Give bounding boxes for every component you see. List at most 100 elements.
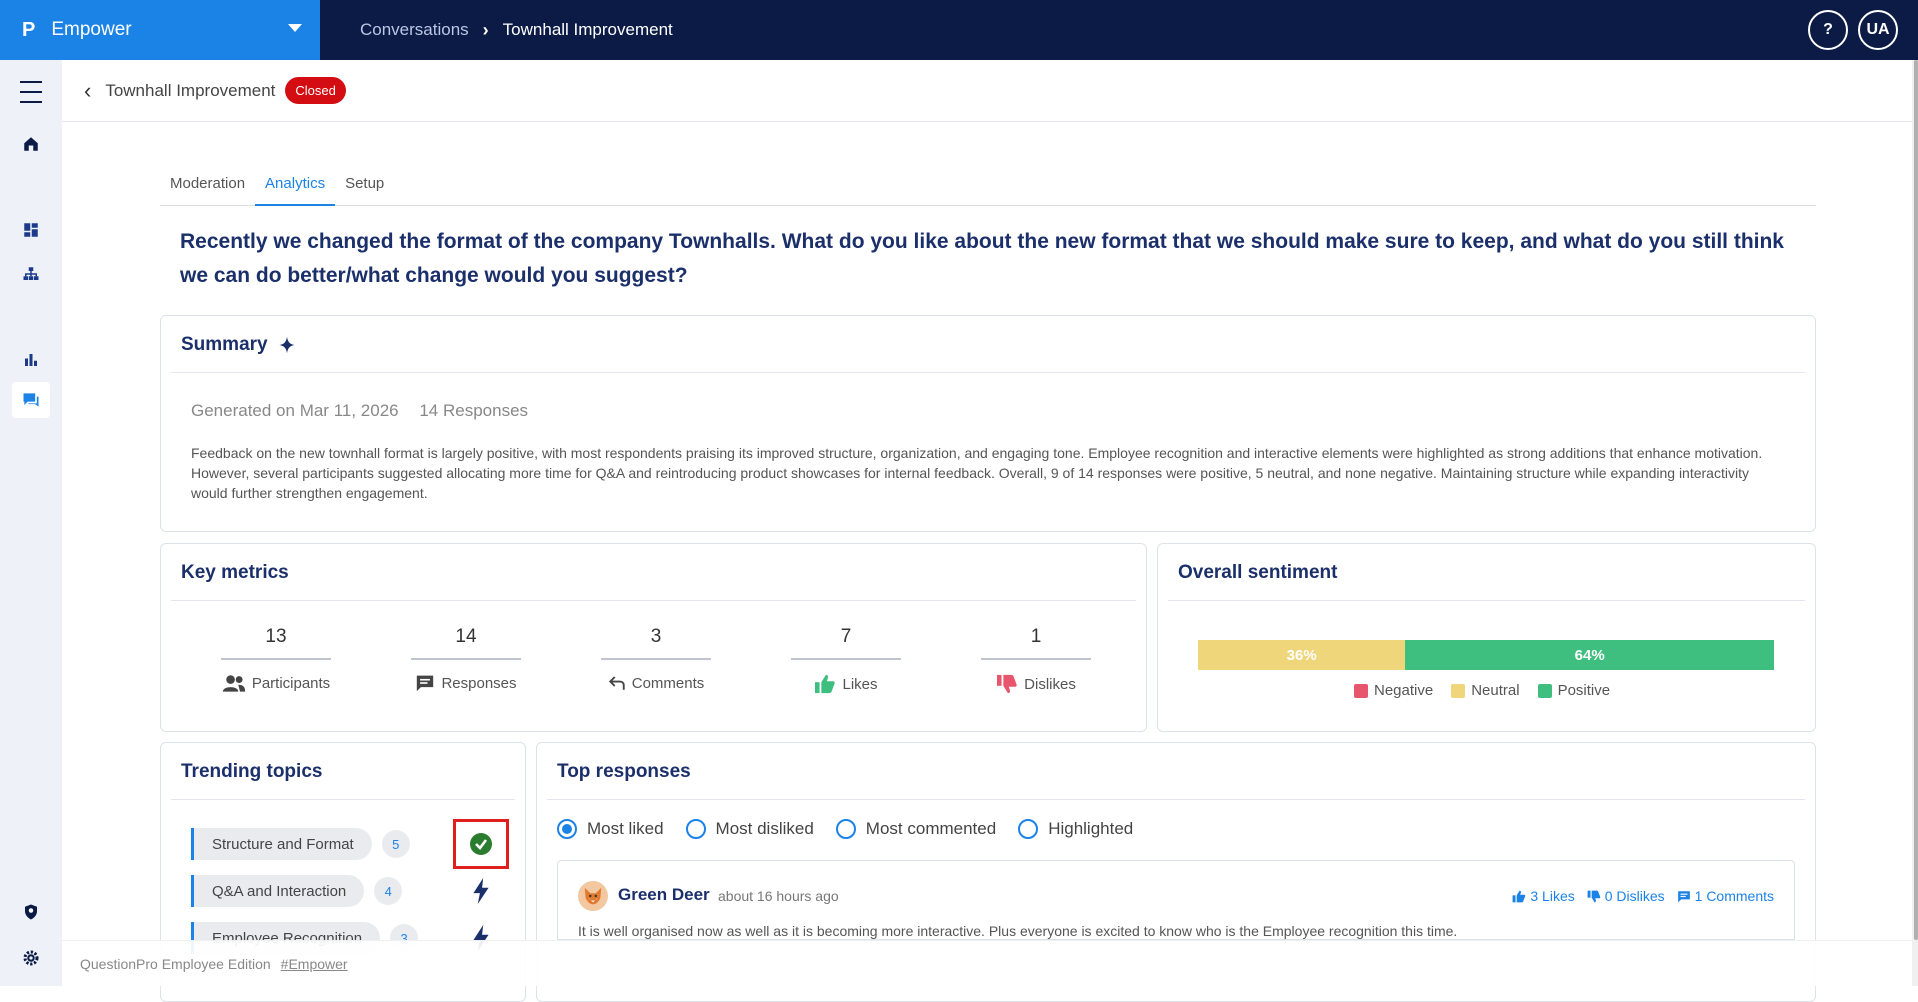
metric-value: 3 <box>601 626 711 660</box>
topic-item[interactable]: Structure and Format 5 <box>191 828 410 860</box>
top-responses-title: Top responses <box>557 761 691 782</box>
org-chart-icon[interactable] <box>12 256 50 292</box>
topic-count: 4 <box>374 877 403 905</box>
metric-label: Participants <box>251 674 331 692</box>
app-logo: P <box>22 18 36 41</box>
summary-meta: Generated on Mar 11, 2026 14 Responses <box>191 401 544 421</box>
response-dislikes[interactable]: 0 Dislikes <box>1587 888 1665 904</box>
reply-icon <box>608 676 625 690</box>
thumb-up-icon <box>1512 890 1526 902</box>
sentiment-positive-segment: 64% <box>1405 640 1774 670</box>
thumb-down-icon <box>1587 890 1600 902</box>
conversation-question: Recently we changed the format of the co… <box>180 230 1784 287</box>
metric-value: 1 <box>981 626 1091 660</box>
tab-moderation[interactable]: Moderation <box>160 168 255 206</box>
caret-down-icon <box>288 24 302 32</box>
summary-text: Feedback on the new townhall format is l… <box>191 445 1763 501</box>
legend-neutral: Neutral <box>1471 682 1520 699</box>
filter-most-disliked[interactable]: Most disliked <box>685 819 814 839</box>
key-metrics-card: Key metrics 13 Participants 14 Responses… <box>160 543 1147 732</box>
key-metrics-title: Key metrics <box>181 562 289 583</box>
topic-label: Structure and Format <box>191 828 372 860</box>
sentiment-bar: 36% 64% <box>1198 640 1774 670</box>
legend-swatch-negative <box>1354 683 1368 698</box>
summary-generated: Generated on Mar 11, 2026 <box>191 401 399 420</box>
sentiment-legend: Negative Neutral Positive <box>1354 682 1610 699</box>
fox-avatar-icon <box>578 881 608 911</box>
summary-responses: 14 Responses <box>419 401 529 420</box>
response-likes[interactable]: 3 Likes <box>1512 888 1575 904</box>
topic-label: Q&A and Interaction <box>191 875 365 907</box>
scrollbar-thumb[interactable] <box>1914 60 1918 940</box>
thumb-down-icon <box>997 674 1017 694</box>
summary-card: Summary Generated on Mar 11, 2026 14 Res… <box>160 315 1816 532</box>
metric-label: Responses <box>441 674 517 692</box>
metric-responses: 14 Responses <box>381 626 551 694</box>
chat-icon <box>417 675 434 692</box>
check-circle-icon[interactable] <box>453 819 509 869</box>
menu-icon[interactable] <box>12 74 50 110</box>
response-comments[interactable]: 1 Comments <box>1677 888 1774 904</box>
response-filter-group: Most liked Most disliked Most commented … <box>557 819 1133 839</box>
dashboard-icon[interactable] <box>12 212 50 248</box>
metric-value: 14 <box>411 626 521 660</box>
shield-icon[interactable] <box>12 894 50 930</box>
radio-icon <box>685 819 706 839</box>
thumb-up-icon <box>815 674 836 694</box>
sparkle-icon <box>279 336 295 354</box>
legend-positive: Positive <box>1557 682 1611 699</box>
radio-icon <box>1018 819 1039 839</box>
conversations-icon[interactable] <box>12 382 50 418</box>
analytics-icon[interactable] <box>12 342 50 378</box>
app-switcher[interactable]: P Empower <box>0 0 320 60</box>
app-name: Empower <box>51 19 132 40</box>
metric-value: 13 <box>221 626 331 660</box>
status-badge: Closed <box>285 77 346 104</box>
breadcrumb-current: Townhall Improvement <box>502 20 673 39</box>
tab-bar: Moderation Analytics Setup <box>160 168 1816 206</box>
metric-dislikes: 1 Dislikes <box>951 626 1121 694</box>
gear-icon[interactable] <box>12 940 50 976</box>
tab-setup[interactable]: Setup <box>335 168 394 206</box>
topic-count: 5 <box>381 830 410 858</box>
legend-swatch-positive <box>1537 683 1552 698</box>
metric-likes: 7 Likes <box>761 626 931 694</box>
sentiment-title: Overall sentiment <box>1178 562 1338 583</box>
trending-title: Trending topics <box>181 761 323 782</box>
people-icon <box>222 675 245 692</box>
response-text: It is well organised now as well as it i… <box>578 923 1458 939</box>
metric-label: Dislikes <box>1024 675 1076 693</box>
metric-value: 7 <box>791 626 901 660</box>
chevron-right-icon: › <box>482 19 489 40</box>
tab-analytics[interactable]: Analytics <box>255 168 336 206</box>
radio-selected-icon <box>557 819 577 839</box>
metric-label: Comments <box>631 674 705 692</box>
back-icon[interactable]: ‹ <box>84 78 91 104</box>
legend-swatch-neutral <box>1451 683 1466 698</box>
response-item[interactable]: Green Deer about 16 hours ago 3 Likes 0 … <box>557 860 1795 940</box>
home-icon[interactable] <box>12 126 50 162</box>
filter-most-liked[interactable]: Most liked <box>557 819 664 839</box>
breadcrumb: Conversations › Townhall Improvement <box>360 0 673 60</box>
filter-most-commented[interactable]: Most commented <box>835 819 996 839</box>
topic-item[interactable]: Q&A and Interaction 4 <box>191 875 403 907</box>
bolt-icon <box>453 866 509 916</box>
user-avatar-button[interactable]: UA <box>1858 10 1898 50</box>
footer-text: QuestionPro Employee Edition <box>80 955 271 972</box>
legend-negative: Negative <box>1374 682 1434 699</box>
help-button[interactable]: ? <box>1808 10 1848 50</box>
metric-comments: 3 Comments <box>571 626 741 694</box>
sidebar <box>0 60 62 986</box>
top-bar: P Empower Conversations › Townhall Impro… <box>0 0 1918 60</box>
footer-link[interactable]: #Empower <box>281 956 348 972</box>
page-title: Townhall Improvement <box>105 80 276 100</box>
breadcrumb-conversations[interactable]: Conversations <box>360 20 469 40</box>
radio-icon <box>835 819 856 839</box>
summary-title: Summary <box>181 334 296 356</box>
metric-label: Likes <box>842 675 878 693</box>
filter-highlighted[interactable]: Highlighted <box>1018 819 1133 839</box>
sentiment-card: Overall sentiment 36% 64% Negative Neutr… <box>1157 543 1816 732</box>
response-time: about 16 hours ago <box>718 888 839 904</box>
page-header: ‹ Townhall Improvement Closed <box>62 60 1918 122</box>
sentiment-neutral-segment: 36% <box>1198 640 1406 670</box>
